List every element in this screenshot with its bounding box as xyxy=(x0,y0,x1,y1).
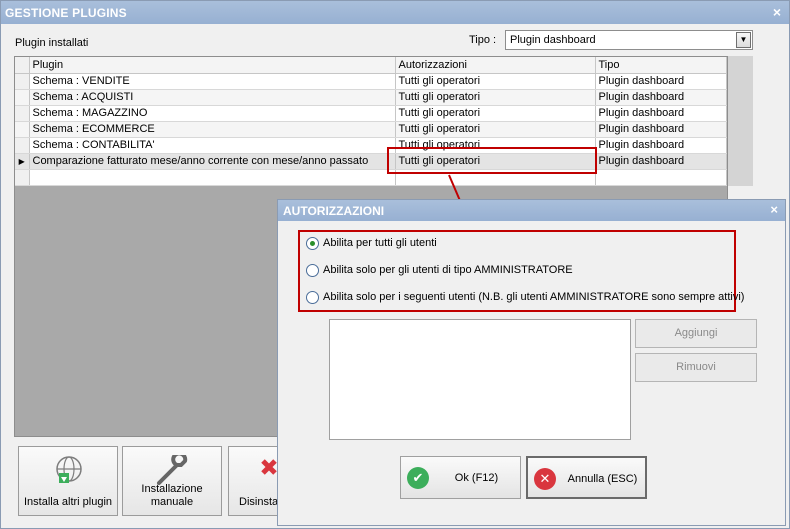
manual-install-label-line2: manuale xyxy=(150,496,194,508)
install-more-plugins-button[interactable]: Installa altri plugin xyxy=(18,446,118,516)
tipo-select-value: Plugin dashboard xyxy=(510,34,596,46)
radio-all-users-label: Abilita per tutti gli utenti xyxy=(323,237,437,249)
tipo-cell: Plugin dashboard xyxy=(595,89,727,106)
plugin-cell: Comparazione fatturato mese/anno corrent… xyxy=(29,153,396,170)
row-indicator xyxy=(15,137,30,154)
tipo-select[interactable]: Plugin dashboard ▼ xyxy=(505,30,753,50)
manual-install-label: Installazione manuale xyxy=(123,483,221,509)
plugin-cell: Schema : VENDITE xyxy=(29,73,396,90)
radio-admin-users-label: Abilita solo per gli utenti di tipo AMMI… xyxy=(323,264,573,276)
table-row[interactable]: Schema : ECOMMERCE Tutti gli operatori P… xyxy=(15,121,727,138)
row-indicator xyxy=(15,73,30,90)
radio-unchecked-icon[interactable] xyxy=(306,291,319,304)
current-row-arrow-icon: ▶ xyxy=(15,153,30,170)
manual-install-label-line1: Installazione xyxy=(141,483,203,495)
tipo-cell xyxy=(595,169,727,186)
plugins-table: Plugin Autorizzazioni Tipo Schema : VEND… xyxy=(15,57,727,186)
cancel-button[interactable]: ✕ Annulla (ESC) xyxy=(526,456,647,499)
row-indicator xyxy=(15,105,30,122)
auth-cell-highlight xyxy=(387,147,597,174)
tipo-label: Tipo : xyxy=(469,34,497,46)
plugin-cell: Schema : ACQUISTI xyxy=(29,89,396,106)
tipo-cell: Plugin dashboard xyxy=(595,153,727,170)
plugin-cell: Schema : MAGAZZINO xyxy=(29,105,396,122)
ok-button-label: Ok (F12) xyxy=(454,472,499,484)
plugin-cell: Schema : CONTABILITA' xyxy=(29,137,396,154)
add-button[interactable]: Aggiungi xyxy=(635,319,757,348)
row-indicator xyxy=(15,121,30,138)
dialog-title: AUTORIZZAZIONI xyxy=(283,204,385,218)
table-row-selected[interactable]: ▶ Comparazione fatturato mese/anno corre… xyxy=(15,153,727,170)
plugin-cell xyxy=(29,169,396,186)
red-x-icon xyxy=(261,459,277,475)
dialog-close-icon[interactable]: × xyxy=(770,202,778,217)
wrench-icon xyxy=(157,455,188,485)
column-header-tipo[interactable]: Tipo xyxy=(595,57,727,74)
column-header-plugin[interactable]: Plugin xyxy=(29,57,396,74)
table-header: Plugin Autorizzazioni Tipo xyxy=(15,57,727,74)
tipo-cell: Plugin dashboard xyxy=(595,137,727,154)
close-icon[interactable]: × xyxy=(773,4,781,20)
table-row-new[interactable] xyxy=(15,169,727,186)
table-row[interactable]: Schema : ACQUISTI Tutti gli operatori Pl… xyxy=(15,89,727,106)
radio-unchecked-icon[interactable] xyxy=(306,264,319,277)
window-title: GESTIONE PLUGINS xyxy=(5,6,127,20)
dialog-title-bar: AUTORIZZAZIONI × xyxy=(278,200,785,221)
tipo-cell: Plugin dashboard xyxy=(595,73,727,90)
auth-cell[interactable]: Tutti gli operatori xyxy=(395,121,596,138)
title-bar: GESTIONE PLUGINS × xyxy=(1,1,789,24)
tipo-cell: Plugin dashboard xyxy=(595,121,727,138)
uninstall-label: Disinstall xyxy=(239,496,284,508)
radio-selected-users-label: Abilita solo per i seguenti utenti (N.B.… xyxy=(323,291,745,303)
table-row[interactable]: Schema : CONTABILITA' Tutti gli operator… xyxy=(15,137,727,154)
plugin-cell: Schema : ECOMMERCE xyxy=(29,121,396,138)
row-indicator xyxy=(15,169,30,186)
auth-cell[interactable]: Tutti gli operatori xyxy=(395,89,596,106)
ok-button[interactable]: ✔ Ok (F12) xyxy=(400,456,521,499)
column-header-autorizzazioni[interactable]: Autorizzazioni xyxy=(395,57,596,74)
chevron-down-icon[interactable]: ▼ xyxy=(736,32,751,48)
users-listbox[interactable] xyxy=(329,319,631,440)
radio-checked-icon[interactable] xyxy=(306,237,319,250)
manual-install-button[interactable]: Installazione manuale xyxy=(122,446,222,516)
globe-download-icon xyxy=(56,456,82,483)
uninstall-button[interactable]: Disinstall xyxy=(228,446,284,516)
remove-button[interactable]: Rimuovi xyxy=(635,353,757,382)
table-row[interactable]: Schema : MAGAZZINO Tutti gli operatori P… xyxy=(15,105,727,122)
grid-scrollbar[interactable] xyxy=(728,56,753,186)
check-icon: ✔ xyxy=(407,467,429,489)
cancel-button-label: Annulla (ESC) xyxy=(567,473,638,485)
install-more-plugins-label: Installa altri plugin xyxy=(23,496,113,508)
table-row[interactable]: Schema : VENDITE Tutti gli operatori Plu… xyxy=(15,73,727,90)
auth-cell[interactable]: Tutti gli operatori xyxy=(395,105,596,122)
tipo-cell: Plugin dashboard xyxy=(595,105,727,122)
auth-cell[interactable]: Tutti gli operatori xyxy=(395,73,596,90)
authorizations-dialog: AUTORIZZAZIONI × Abilita per tutti gli u… xyxy=(277,199,786,526)
row-indicator-header xyxy=(15,57,30,74)
row-indicator xyxy=(15,89,30,106)
installed-plugins-label: Plugin installati xyxy=(15,37,89,49)
cancel-x-icon: ✕ xyxy=(534,468,556,490)
